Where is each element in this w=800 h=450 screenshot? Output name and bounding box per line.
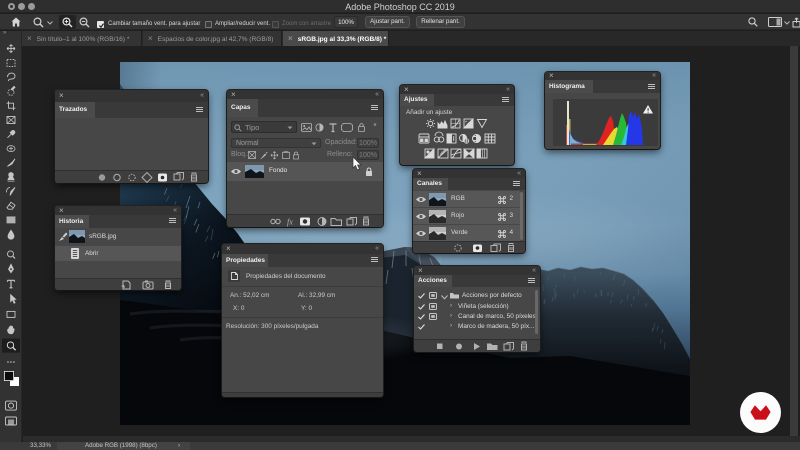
svg-text:fx: fx: [287, 218, 293, 227]
